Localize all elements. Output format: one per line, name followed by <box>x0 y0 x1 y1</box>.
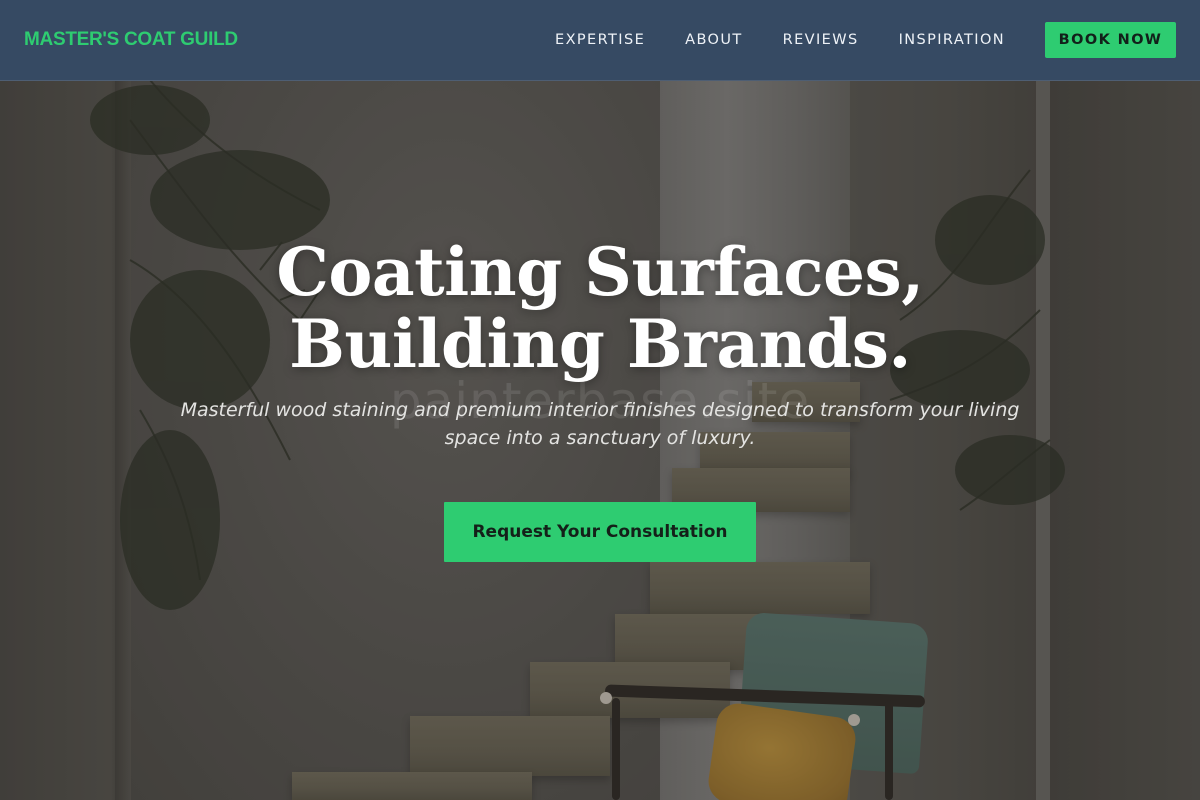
nav-links: EXPERTISE ABOUT REVIEWS INSPIRATION BOOK… <box>515 22 1176 58</box>
hero-content: Coating Surfaces, Building Brands. Maste… <box>0 236 1200 452</box>
hero-subtitle: Masterful wood staining and premium inte… <box>180 399 1020 449</box>
request-consultation-button[interactable]: Request Your Consultation <box>444 502 756 562</box>
hero-title-line-1: Coating Surfaces, <box>276 233 924 311</box>
hero-title-line-2: Building Brands. <box>289 305 911 383</box>
nav-link-inspiration[interactable]: INSPIRATION <box>899 32 1005 48</box>
book-now-button[interactable]: BOOK NOW <box>1045 22 1176 58</box>
nav-link-reviews[interactable]: REVIEWS <box>783 32 859 48</box>
site-logo[interactable]: MASTER'S COAT GUILD <box>24 29 238 51</box>
nav-link-expertise[interactable]: EXPERTISE <box>555 32 645 48</box>
nav-link-about[interactable]: ABOUT <box>685 32 743 48</box>
navbar: MASTER'S COAT GUILD EXPERTISE ABOUT REVI… <box>0 0 1200 81</box>
hero-title: Coating Surfaces, Building Brands. <box>0 236 1200 380</box>
